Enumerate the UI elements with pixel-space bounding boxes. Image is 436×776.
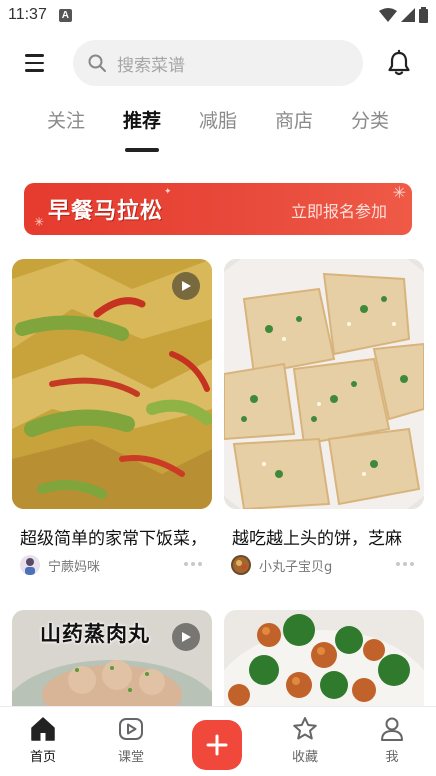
banner-title: 早餐马拉松 [48, 199, 164, 224]
recipe-card-image[interactable] [224, 610, 424, 706]
nav-favorites[interactable]: 收藏 [275, 715, 335, 765]
nav-favorites-label: 收藏 [291, 750, 318, 765]
recipe-card-title[interactable]: 越吃越上头的饼，芝麻 [232, 524, 422, 549]
user-icon [381, 717, 403, 741]
nav-home[interactable]: 首页 [13, 715, 73, 765]
status-time: 11:37 [8, 6, 47, 23]
category-tabs: 关注 推荐 减脂 商店 分类 [0, 106, 436, 156]
video-play-icon [119, 718, 143, 740]
search-input[interactable]: 搜索菜谱 [73, 40, 363, 86]
wifi-icon [379, 8, 397, 22]
author-avatar [231, 555, 251, 575]
recipe-card-title[interactable]: 超级简单的家常下饭菜， [20, 524, 210, 549]
tab-fat-loss[interactable]: 减脂 [199, 106, 237, 133]
author-name[interactable]: 小丸子宝贝g [259, 556, 332, 575]
bell-icon [388, 49, 410, 76]
video-play-icon [172, 272, 200, 300]
active-tab-indicator [125, 148, 159, 152]
food-photo [224, 610, 424, 706]
home-icon [31, 717, 55, 741]
bottom-navigation: 首页 课堂 收藏 我 [0, 706, 436, 776]
video-overlay-title: 山药蒸肉丸 [40, 622, 150, 646]
recipe-card-image[interactable] [224, 259, 424, 509]
sparkle-icon: ✳ [392, 183, 406, 202]
add-recipe-button[interactable] [192, 720, 242, 770]
nav-classroom-label: 课堂 [117, 750, 144, 765]
menu-icon-line [25, 69, 44, 72]
notification-icon: A [58, 8, 72, 22]
recipe-card-image[interactable] [12, 259, 212, 509]
status-indicators [379, 7, 428, 23]
tab-category[interactable]: 分类 [351, 106, 389, 133]
status-bar: 11:37 A [0, 0, 436, 30]
nav-profile-label: 我 [385, 750, 399, 765]
author-name[interactable]: 宁蕨妈咪 [48, 556, 100, 575]
more-options-icon[interactable] [184, 562, 202, 566]
signal-icon [401, 8, 415, 22]
menu-icon-line [25, 61, 44, 65]
notification-button[interactable] [385, 49, 413, 77]
more-options-icon[interactable] [396, 562, 414, 566]
sparkle-icon: ✦ [164, 187, 172, 197]
nav-home-label: 首页 [29, 750, 56, 765]
nav-classroom[interactable]: 课堂 [101, 715, 161, 765]
menu-icon-line [25, 54, 44, 57]
tab-recommend[interactable]: 推荐 [123, 106, 161, 133]
author-avatar [20, 555, 40, 575]
banner-signup-link[interactable]: 立即报名参加 [291, 198, 387, 222]
battery-icon [419, 7, 428, 23]
search-icon [88, 54, 106, 72]
star-icon [293, 717, 317, 740]
nav-profile[interactable]: 我 [362, 715, 422, 765]
promo-banner[interactable]: ✳ ✦ ✳ 早餐马拉松 立即报名参加 [24, 183, 412, 235]
recipe-card-image[interactable]: 山药蒸肉丸 [12, 610, 212, 706]
video-play-icon [172, 623, 200, 651]
food-photo [224, 259, 424, 509]
top-header: 搜索菜谱 [0, 38, 436, 88]
menu-button[interactable] [22, 50, 48, 76]
tab-follow[interactable]: 关注 [47, 106, 85, 133]
plus-icon [206, 734, 228, 756]
tab-store[interactable]: 商店 [275, 106, 313, 133]
sparkle-icon: ✳ [34, 215, 45, 229]
search-placeholder: 搜索菜谱 [117, 55, 185, 76]
